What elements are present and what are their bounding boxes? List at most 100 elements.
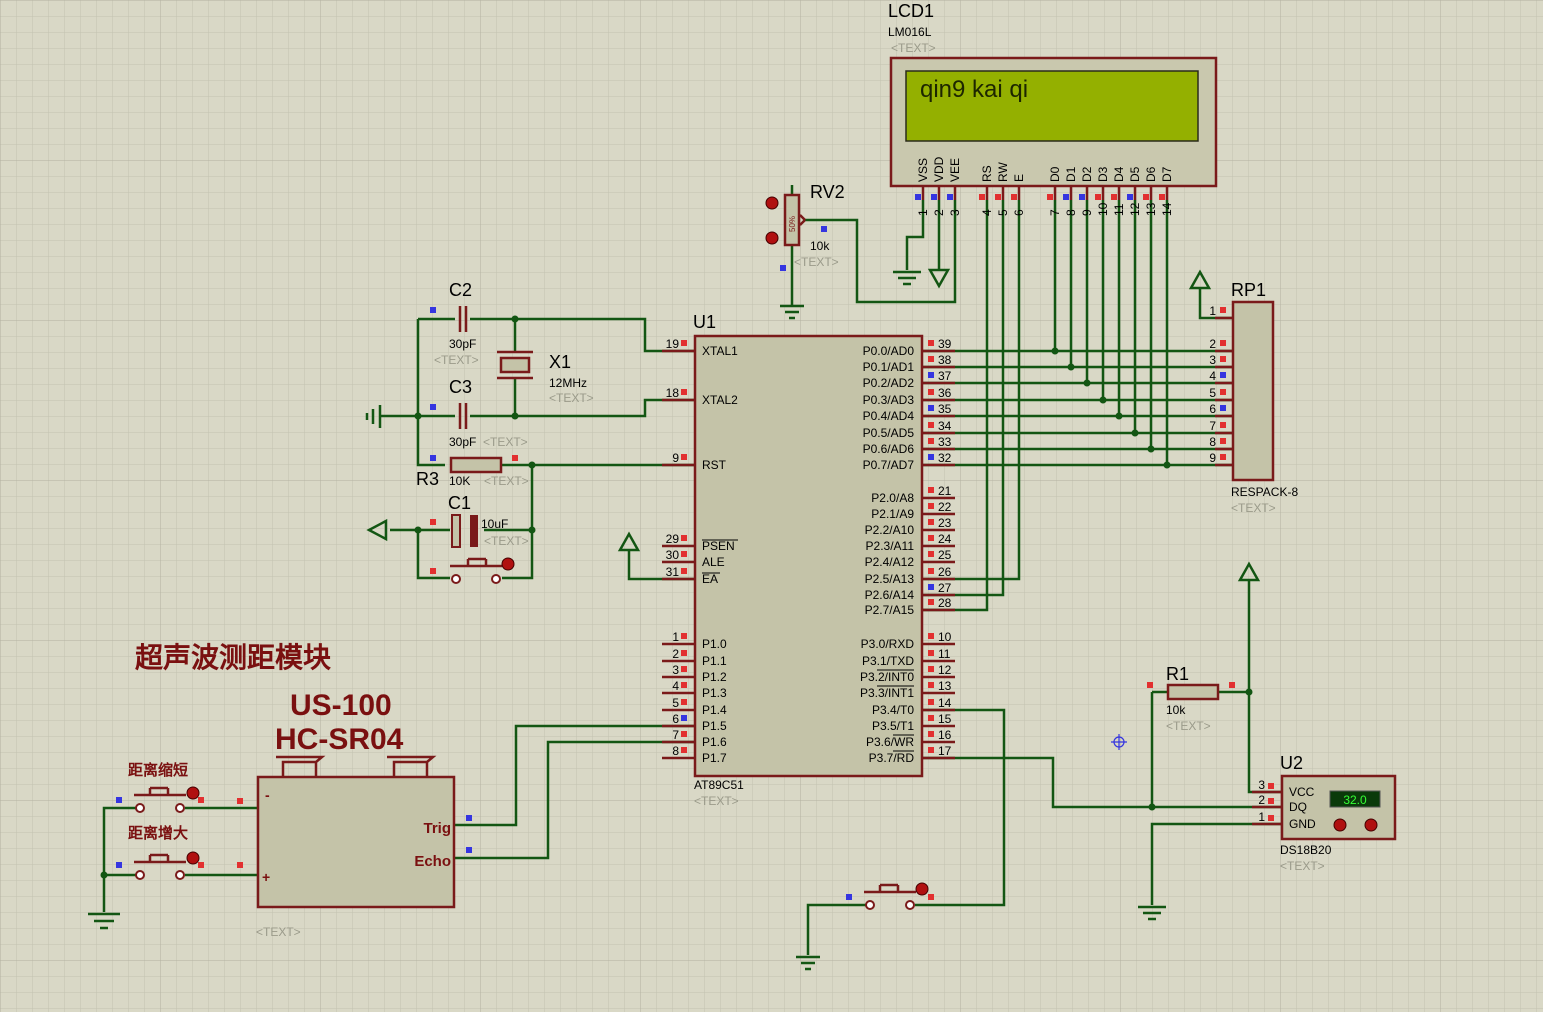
u1-pin-marker bbox=[928, 535, 934, 541]
lcd-pin-number: 9 bbox=[1080, 209, 1094, 216]
u1-pin-marker bbox=[681, 454, 687, 460]
u1-pin-marker bbox=[928, 519, 934, 525]
schematic-canvas[interactable]: qin9 kai qi LCD1 LM016L <TEXT> VSS 1 VDD 2 V… bbox=[0, 0, 1543, 1012]
u1-pin-label: P2.4/A12 bbox=[865, 555, 915, 569]
u2-pin-label: GND bbox=[1289, 817, 1316, 831]
lcd-pin-number: 10 bbox=[1096, 202, 1110, 216]
r1-value: 10k bbox=[1166, 703, 1186, 717]
u1-pin-number: 7 bbox=[672, 728, 679, 742]
u1-pin-number: 39 bbox=[938, 337, 952, 351]
lcd-pin-label: VDD bbox=[932, 156, 946, 182]
rp1-pin-number: 7 bbox=[1209, 419, 1216, 433]
lcd-pin-marker bbox=[1143, 194, 1149, 200]
u1-pin-number: 30 bbox=[666, 548, 680, 562]
ultrasonic-pin-minus: - bbox=[265, 787, 270, 803]
u1-pin-number: 5 bbox=[672, 696, 679, 710]
u1-pin-label: P0.3/AD3 bbox=[863, 393, 915, 407]
rv2-ref: RV2 bbox=[810, 182, 845, 202]
u1-pin-label: P0.0/AD0 bbox=[863, 344, 915, 358]
lcd-pin-marker bbox=[1159, 194, 1165, 200]
u1-pin-marker bbox=[928, 487, 934, 493]
u1-pin-label: P0.6/AD6 bbox=[863, 442, 915, 456]
lcd-pin-marker bbox=[979, 194, 985, 200]
u1-pin-label: P3.6/WR bbox=[866, 735, 914, 749]
u1-pin-number: 16 bbox=[938, 728, 952, 742]
u1-pin-label: P3.0/RXD bbox=[861, 637, 915, 651]
u1-pin-number: 28 bbox=[938, 596, 952, 610]
u1-pin-number: 35 bbox=[938, 402, 952, 416]
rp1-pin-number: 9 bbox=[1209, 451, 1216, 465]
c1-value: 10uF bbox=[481, 517, 508, 531]
temp-down-icon[interactable] bbox=[1333, 818, 1347, 832]
temp-up-icon[interactable] bbox=[1364, 818, 1378, 832]
u1-text-tag: <TEXT> bbox=[694, 794, 739, 808]
rp1-body bbox=[1231, 300, 1275, 482]
u1-pin-label: XTAL2 bbox=[702, 393, 738, 407]
u1-pin-number: 1 bbox=[672, 630, 679, 644]
u1-pin-marker bbox=[681, 389, 687, 395]
r1-ref: R1 bbox=[1166, 664, 1189, 684]
u1-pin-number: 6 bbox=[672, 712, 679, 726]
lcd-pin-label: D7 bbox=[1160, 166, 1174, 182]
lcd-pin-label: D1 bbox=[1064, 166, 1078, 182]
u1-pin-label: P3.4/T0 bbox=[872, 703, 914, 717]
u1-pin-marker bbox=[928, 682, 934, 688]
u1-pin-number: 8 bbox=[672, 744, 679, 758]
c3-ref: C3 bbox=[449, 377, 472, 397]
c1-text-tag: <TEXT> bbox=[484, 534, 529, 548]
u1-model: AT89C51 bbox=[694, 778, 744, 792]
lcd-pin-number: 13 bbox=[1144, 202, 1158, 216]
lcd-pin-label: D5 bbox=[1128, 166, 1142, 182]
u1-pin-label: P2.7/A15 bbox=[865, 603, 915, 617]
u1-pin-marker bbox=[928, 340, 934, 346]
ultrasonic-model-2: HC-SR04 bbox=[275, 723, 404, 756]
u1-pin-marker bbox=[928, 356, 934, 362]
u1-pin-marker bbox=[928, 650, 934, 656]
u1-pin-marker bbox=[928, 551, 934, 557]
u1-pin-label: P2.3/A11 bbox=[866, 539, 915, 553]
u1-pin-marker bbox=[928, 599, 934, 605]
lcd-pin-marker bbox=[995, 194, 1001, 200]
ultrasonic-model-1: US-100 bbox=[290, 689, 392, 722]
u2-pin-marker bbox=[1268, 783, 1274, 789]
u1-pin-marker bbox=[928, 699, 934, 705]
ultrasonic-pin-echo: Echo bbox=[414, 853, 451, 870]
u1-pin-label: P1.3 bbox=[702, 686, 727, 700]
rp1-text-tag: <TEXT> bbox=[1231, 501, 1276, 515]
u1-pin-number: 2 bbox=[672, 647, 679, 661]
button-increase-label: 距离增大 bbox=[128, 824, 188, 842]
u1-pin-marker bbox=[928, 438, 934, 444]
u1-pin-label: P3.7/RD bbox=[869, 751, 915, 765]
u1-pin-label: P2.2/A10 bbox=[865, 523, 915, 537]
lcd-pin-number: 6 bbox=[1012, 209, 1026, 216]
u2-model: DS18B20 bbox=[1280, 843, 1332, 857]
u1-pin-marker bbox=[928, 715, 934, 721]
u1-ref: U1 bbox=[693, 312, 716, 332]
rp1-pin-number: 3 bbox=[1209, 353, 1216, 367]
u2-pin-marker bbox=[1268, 815, 1274, 821]
rp1-pin-marker bbox=[1220, 405, 1226, 411]
u1-pin-number: 21 bbox=[938, 484, 952, 498]
u1-pin-marker bbox=[928, 568, 934, 574]
u1-pin-marker bbox=[928, 747, 934, 753]
u1-pin-marker bbox=[681, 568, 687, 574]
lcd-pin-number: 3 bbox=[948, 209, 962, 216]
ultrasonic-pin-plus: + bbox=[262, 869, 270, 885]
u1-pin-number: 33 bbox=[938, 435, 952, 449]
rp1-pin-marker bbox=[1220, 389, 1226, 395]
lcd-pin-number: 4 bbox=[980, 209, 994, 216]
rp1-model: RESPACK-8 bbox=[1231, 485, 1298, 499]
u1-pin-number: 29 bbox=[666, 532, 680, 546]
u1-pin-label: P1.4 bbox=[702, 703, 727, 717]
u1-pin-label: P2.1/A9 bbox=[871, 507, 914, 521]
lcd-pin-label: RW bbox=[996, 162, 1010, 182]
x1-text-tag: <TEXT> bbox=[549, 391, 594, 405]
u1-pin-number: 12 bbox=[938, 663, 952, 677]
microcontroller-u1[interactable]: U1 AT89C51 <TEXT> 19 XTAL118 XTAL29 RST29 PS… bbox=[662, 312, 955, 808]
lcd-pin-marker bbox=[1063, 194, 1069, 200]
rp1-ref: RP1 bbox=[1231, 280, 1266, 300]
u2-pin-label: VCC bbox=[1289, 785, 1315, 799]
lcd-pin-label: D3 bbox=[1096, 166, 1110, 182]
u1-pin-label: P1.2 bbox=[702, 670, 727, 684]
u1-pin-number: 11 bbox=[938, 647, 951, 661]
